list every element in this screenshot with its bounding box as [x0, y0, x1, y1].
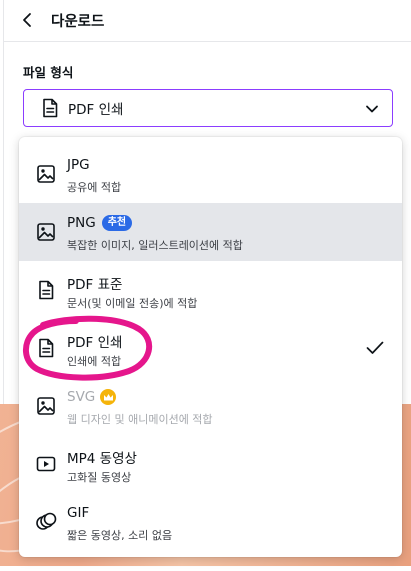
format-option-svg[interactable]: SVG 웹 디자인 및 애니메이션에 적합 — [19, 377, 402, 435]
format-name: PNG — [67, 215, 96, 231]
document-icon — [35, 337, 57, 359]
format-option-pdf-print[interactable]: PDF 인쇄 인쇄에 적합 — [19, 319, 402, 377]
page-title: 다운로드 — [51, 14, 105, 30]
format-name: PDF 인쇄 — [67, 335, 123, 351]
crown-icon — [100, 389, 117, 405]
format-name: PDF 표준 — [67, 277, 123, 293]
format-description: 문서(및 이메일 전송)에 적합 — [67, 297, 198, 310]
image-icon — [35, 221, 57, 243]
document-icon — [35, 279, 57, 301]
format-description: 인쇄에 적합 — [67, 355, 122, 368]
format-description: 짧은 동영상, 소리 없음 — [67, 529, 173, 542]
recommended-badge: 추천 — [101, 215, 133, 231]
image-icon — [35, 395, 57, 417]
format-name: GIF — [67, 505, 90, 521]
back-button[interactable] — [16, 8, 40, 32]
gif-icon — [35, 511, 57, 533]
format-name: JPG — [67, 157, 90, 173]
check-icon — [364, 337, 386, 359]
format-option-jpg[interactable]: JPG 공유에 적합 — [19, 145, 402, 203]
format-description: 고화질 동영상 — [67, 471, 132, 484]
file-format-dropdown: JPG 공유에 적합 PNG 추천 복잡한 이미지, 일러스트레이션에 적합 P… — [19, 137, 402, 557]
format-description: 웹 디자인 및 애니메이션에 적합 — [67, 413, 213, 426]
panel-header: 다운로드 — [4, 0, 411, 42]
file-format-select[interactable]: PDF 인쇄 — [23, 89, 393, 127]
format-description: 복잡한 이미지, 일러스트레이션에 적합 — [67, 239, 243, 252]
file-format-label: 파일 형식 — [23, 65, 74, 80]
format-description: 공유에 적합 — [67, 181, 122, 194]
format-option-mp4[interactable]: MP4 동영상 고화질 동영상 — [19, 435, 402, 493]
video-icon — [35, 453, 57, 475]
image-icon — [35, 163, 57, 185]
document-icon — [40, 98, 60, 118]
selected-format-label: PDF 인쇄 — [68, 102, 124, 118]
format-option-png[interactable]: PNG 추천 복잡한 이미지, 일러스트레이션에 적합 — [19, 203, 402, 261]
chevron-down-icon — [362, 99, 382, 119]
format-name: SVG — [67, 389, 96, 405]
format-name-row: SVG — [67, 389, 117, 405]
chevron-left-icon — [23, 13, 31, 27]
format-name-row: PNG 추천 — [67, 215, 133, 231]
format-option-gif[interactable]: GIF 짧은 동영상, 소리 없음 — [19, 493, 402, 551]
format-name: MP4 동영상 — [67, 451, 137, 467]
format-option-pdf-standard[interactable]: PDF 표준 문서(및 이메일 전송)에 적합 — [19, 261, 402, 319]
